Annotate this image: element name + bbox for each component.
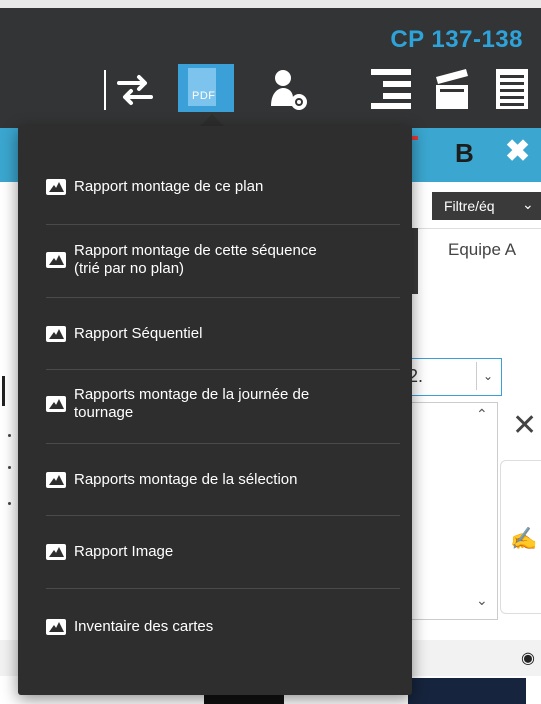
spreadsheet-icon[interactable] bbox=[490, 62, 534, 114]
filter-label: Filtre/éq bbox=[444, 198, 495, 214]
thumbnail[interactable] bbox=[408, 678, 526, 704]
menu-item-label: Rapports montage de la journée de tourna… bbox=[74, 386, 309, 422]
menu-item-label: Rapport Séquentiel bbox=[74, 325, 203, 342]
image-icon bbox=[46, 179, 66, 195]
chevron-down-icon[interactable]: ⌄ bbox=[476, 362, 499, 390]
bullet-dot bbox=[8, 434, 11, 437]
pdf-label: PDF bbox=[192, 90, 216, 102]
menu-item-rapports-selection[interactable]: Rapports montage de la sélection bbox=[46, 471, 410, 489]
menu-item-rapport-plan[interactable]: Rapport montage de ce plan bbox=[46, 178, 410, 196]
close-x-icon[interactable]: ✕ bbox=[512, 408, 537, 443]
filter-dropdown[interactable]: Filtre/éq ⌄ bbox=[432, 192, 541, 220]
user-settings-icon[interactable] bbox=[262, 64, 314, 116]
divider bbox=[418, 228, 541, 229]
swap-arrows-icon[interactable] bbox=[112, 64, 158, 116]
menu-caret bbox=[200, 114, 224, 126]
menu-item-inventaire-cartes[interactable]: Inventaire des cartes bbox=[46, 618, 410, 636]
menu-item-rapport-sequence[interactable]: Rapport montage de cette séquence (trié … bbox=[46, 242, 410, 278]
scroll-down-icon[interactable]: ⌄ bbox=[476, 592, 488, 609]
image-icon bbox=[46, 619, 66, 635]
image-icon bbox=[46, 472, 66, 488]
bullet-dot bbox=[8, 502, 11, 505]
menu-divider bbox=[46, 588, 400, 589]
menu-item-rapport-sequentiel[interactable]: Rapport Séquentiel bbox=[46, 325, 410, 343]
eye-icon[interactable]: ◉ bbox=[521, 648, 535, 668]
menu-item-label: Rapport montage de cette séquence (trié … bbox=[74, 242, 317, 278]
pdf-button[interactable]: PDF bbox=[178, 64, 234, 112]
left-edge-mark bbox=[2, 376, 5, 406]
menu-item-label: Rapports montage de la sélection bbox=[74, 471, 298, 488]
menu-divider bbox=[46, 369, 400, 370]
menu-divider bbox=[46, 224, 400, 225]
chevron-down-icon: ⌄ bbox=[522, 196, 534, 212]
bullet-dot bbox=[8, 466, 11, 469]
menu-divider bbox=[46, 515, 400, 516]
signature-pen-icon[interactable]: ✍ bbox=[510, 526, 537, 552]
menu-item-label-line1: Rapports montage de la journée de bbox=[74, 386, 310, 403]
image-icon bbox=[46, 252, 66, 268]
menu-item-label: Inventaire des cartes bbox=[74, 618, 214, 635]
report-menu: Rapport montage de ce plan Rapport monta… bbox=[18, 126, 412, 695]
image-icon bbox=[46, 396, 66, 412]
menu-item-rapport-image[interactable]: Rapport Image bbox=[46, 543, 410, 561]
close-icon[interactable]: ✖ bbox=[505, 134, 530, 169]
scroll-up-icon[interactable]: ⌃ bbox=[476, 406, 488, 423]
align-lines-icon[interactable] bbox=[366, 62, 416, 114]
menu-divider bbox=[46, 297, 400, 298]
menu-item-label-line1: Rapport montage de cette séquence bbox=[74, 242, 317, 259]
image-icon bbox=[46, 544, 66, 560]
menu-item-label-line2: tournage bbox=[74, 404, 134, 421]
clapperboard-icon[interactable] bbox=[430, 62, 474, 114]
menu-item-label: Rapport montage de ce plan bbox=[74, 178, 264, 195]
top-strip bbox=[0, 0, 541, 8]
menu-item-label-line2: (trié par no plan) bbox=[74, 260, 185, 277]
menu-divider bbox=[46, 443, 400, 444]
toolbar-separator bbox=[104, 70, 106, 110]
b-button[interactable]: B bbox=[455, 138, 474, 169]
page-title: CP 137-138 bbox=[390, 26, 523, 53]
team-label: Equipe A bbox=[448, 240, 517, 259]
menu-item-rapports-journee[interactable]: Rapports montage de la journée de tourna… bbox=[46, 386, 410, 422]
menu-item-label: Rapport Image bbox=[74, 543, 174, 560]
image-icon bbox=[46, 326, 66, 342]
